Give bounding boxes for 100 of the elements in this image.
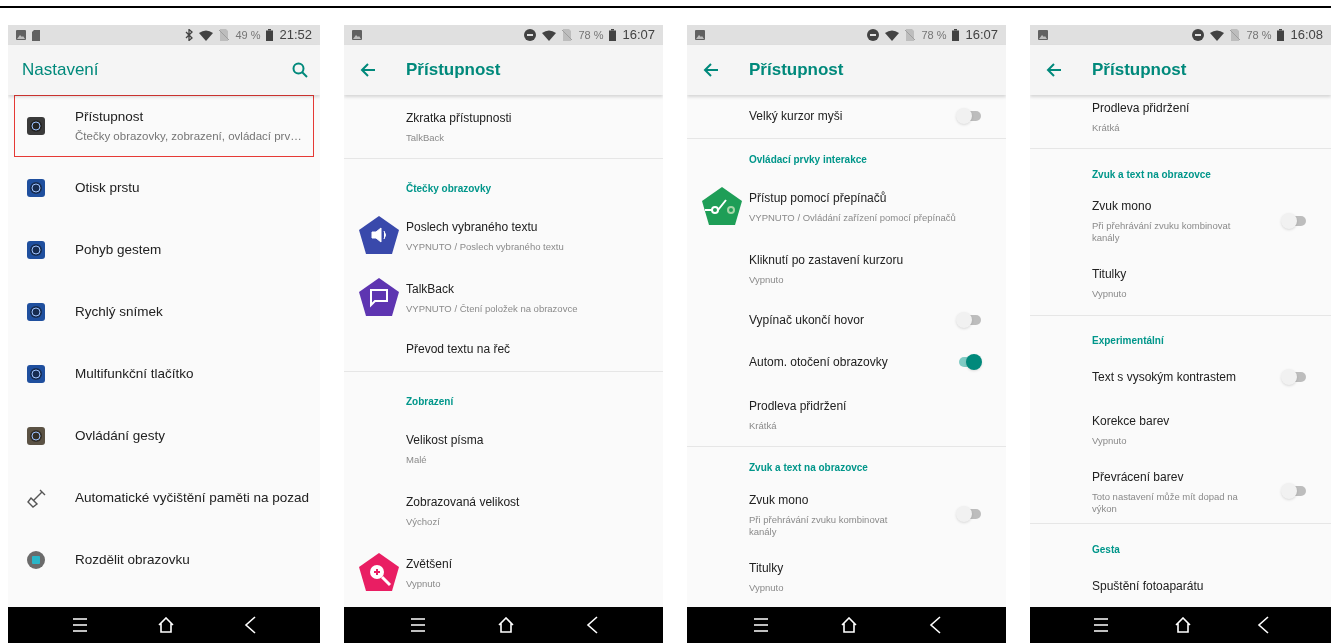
item-summary: Krátká bbox=[1092, 121, 1121, 134]
item-summary: Čtečky obrazovky, zobrazení, ovládací prv… bbox=[75, 128, 303, 144]
battery-percentage: 78 % bbox=[1246, 27, 1272, 43]
item-title[interactable]: Kliknutí po zastavení kurzoru bbox=[749, 250, 1006, 269]
wifi-icon bbox=[1210, 29, 1225, 41]
item-title[interactable]: Prodleva přidržení bbox=[749, 396, 1006, 415]
item-title[interactable]: Zvuk mono bbox=[749, 490, 956, 509]
clock: 16:07 bbox=[965, 26, 998, 45]
section-header: Čtečky obrazovky bbox=[406, 181, 492, 196]
screen-title: Přístupnost bbox=[749, 59, 845, 82]
item-summary: VYPNUTO / Ovládání zařízení pomocí přepínačů bbox=[749, 211, 957, 224]
item-summary: Vypnuto bbox=[749, 581, 785, 594]
no-sim-icon bbox=[1230, 29, 1241, 41]
toggle-switch[interactable] bbox=[1281, 369, 1307, 386]
item-title[interactable]: TalkBack bbox=[406, 279, 663, 298]
clock: 16:07 bbox=[622, 26, 655, 45]
image-icon bbox=[16, 30, 26, 40]
battery-icon bbox=[1277, 29, 1285, 41]
no-sim-icon bbox=[562, 29, 573, 41]
do-not-disturb-icon bbox=[867, 29, 880, 41]
no-sim-icon bbox=[905, 29, 916, 41]
battery-icon bbox=[266, 29, 274, 41]
item-title[interactable]: Autom. otočení obrazovky bbox=[749, 353, 956, 371]
no-sim-icon bbox=[219, 29, 230, 41]
item-title[interactable]: Automatické vyčištění paměti na pozad bbox=[75, 487, 313, 509]
menu-icon[interactable] bbox=[752, 618, 769, 632]
item-summary: Vypnuto bbox=[1092, 288, 1128, 301]
wifi-icon bbox=[885, 29, 900, 41]
item-summary: Vypnuto bbox=[749, 273, 785, 286]
item-title[interactable]: Text s vysokým kontrastem bbox=[1092, 368, 1281, 387]
item-title[interactable]: Multifunkční tlačítko bbox=[75, 363, 313, 385]
home-icon[interactable] bbox=[1173, 617, 1192, 633]
home-icon[interactable] bbox=[496, 617, 515, 633]
item-title[interactable]: Rozdělit obrazovku bbox=[75, 549, 313, 571]
item-summary: Malé bbox=[406, 453, 428, 466]
battery-icon bbox=[609, 29, 617, 41]
item-title[interactable]: Přístup pomocí přepínačů bbox=[749, 188, 1006, 207]
item-summary: Při přehrávání zvuku kombinovat kanály bbox=[749, 513, 889, 538]
item-title[interactable]: Převrácení barev bbox=[1092, 467, 1281, 486]
do-not-disturb-icon bbox=[1192, 29, 1205, 41]
toggle-switch[interactable] bbox=[1281, 483, 1307, 500]
search-icon[interactable] bbox=[292, 62, 308, 78]
image-icon bbox=[352, 30, 362, 40]
item-summary: Vypnuto bbox=[1092, 434, 1128, 447]
wifi-icon bbox=[199, 29, 214, 41]
screen-title: Přístupnost bbox=[1092, 59, 1188, 82]
wifi-icon bbox=[542, 29, 557, 41]
section-header: Zobrazení bbox=[406, 395, 454, 409]
item-title[interactable]: Zkratka přístupnosti bbox=[406, 108, 663, 127]
toggle-switch[interactable] bbox=[956, 108, 982, 124]
item-summary: Vypnuto bbox=[406, 577, 442, 590]
broom-icon bbox=[27, 488, 47, 508]
item-title[interactable]: Převod textu na řeč bbox=[406, 340, 663, 358]
item-title[interactable]: Zvětšení bbox=[406, 554, 663, 573]
image-icon bbox=[695, 30, 705, 40]
item-title[interactable]: Prodleva přidržení bbox=[1092, 98, 1331, 117]
clock: 21:52 bbox=[279, 26, 312, 45]
home-icon[interactable] bbox=[157, 617, 175, 633]
item-title[interactable]: Vypínač ukončí hovor bbox=[749, 311, 956, 329]
screen-title: Přístupnost bbox=[406, 59, 502, 82]
section-header: Experimentální bbox=[1092, 334, 1164, 349]
item-summary: TalkBack bbox=[406, 131, 445, 144]
section-header: Gesta bbox=[1092, 543, 1120, 557]
item-summary: Při přehrávání zvuku kombinovat kanály bbox=[1092, 220, 1232, 245]
item-title[interactable]: Velký kurzor myši bbox=[749, 107, 956, 125]
section-header: Zvuk a text na obrazovce bbox=[749, 461, 868, 475]
item-title[interactable]: Velikost písma bbox=[406, 430, 663, 449]
section-header: Ovládací prvky interakce bbox=[749, 153, 867, 167]
menu-icon[interactable] bbox=[1092, 618, 1109, 632]
clock: 16:08 bbox=[1290, 26, 1323, 45]
item-summary: Výchozí bbox=[406, 515, 441, 528]
section-header: Zvuk a text na obrazovce bbox=[1092, 167, 1211, 182]
item-title[interactable]: Zobrazovaná velikost bbox=[406, 492, 663, 511]
item-summary: Toto nastavení může mít dopad na výkon bbox=[1092, 490, 1239, 515]
toggle-switch[interactable] bbox=[956, 506, 982, 522]
menu-icon[interactable] bbox=[409, 618, 426, 632]
item-title[interactable]: Poslech vybraného textu bbox=[406, 217, 663, 236]
item-title[interactable]: Rychlý snímek bbox=[75, 301, 313, 323]
home-icon[interactable] bbox=[839, 617, 858, 633]
item-title[interactable]: Otisk prstu bbox=[75, 177, 313, 199]
item-title[interactable]: Zvuk mono bbox=[1092, 197, 1281, 216]
item-summary: VYPNUTO / Čtení položek na obrazovce bbox=[406, 302, 579, 315]
battery-icon bbox=[952, 29, 960, 41]
toggle-switch[interactable] bbox=[956, 312, 982, 328]
item-title[interactable]: Přístupnost bbox=[75, 107, 313, 128]
item-summary: VYPNUTO / Poslech vybraného textu bbox=[406, 240, 565, 253]
menu-icon[interactable] bbox=[72, 618, 89, 632]
item-title[interactable]: Pohyb gestem bbox=[75, 239, 313, 261]
battery-percentage: 49 % bbox=[235, 27, 261, 43]
item-title[interactable]: Korekce barev bbox=[1092, 411, 1331, 430]
bluetooth-icon bbox=[185, 29, 194, 41]
sd-card-icon bbox=[32, 29, 40, 41]
item-title[interactable]: Titulky bbox=[749, 558, 1006, 577]
item-title[interactable]: Spuštění fotoaparátu bbox=[1092, 577, 1331, 595]
item-title[interactable]: Titulky bbox=[1092, 265, 1331, 284]
image-icon bbox=[1038, 30, 1048, 40]
battery-percentage: 78 % bbox=[578, 27, 604, 43]
toggle-switch[interactable] bbox=[1281, 212, 1307, 229]
item-title[interactable]: Ovládání gesty bbox=[75, 425, 313, 447]
battery-percentage: 78 % bbox=[921, 27, 947, 43]
